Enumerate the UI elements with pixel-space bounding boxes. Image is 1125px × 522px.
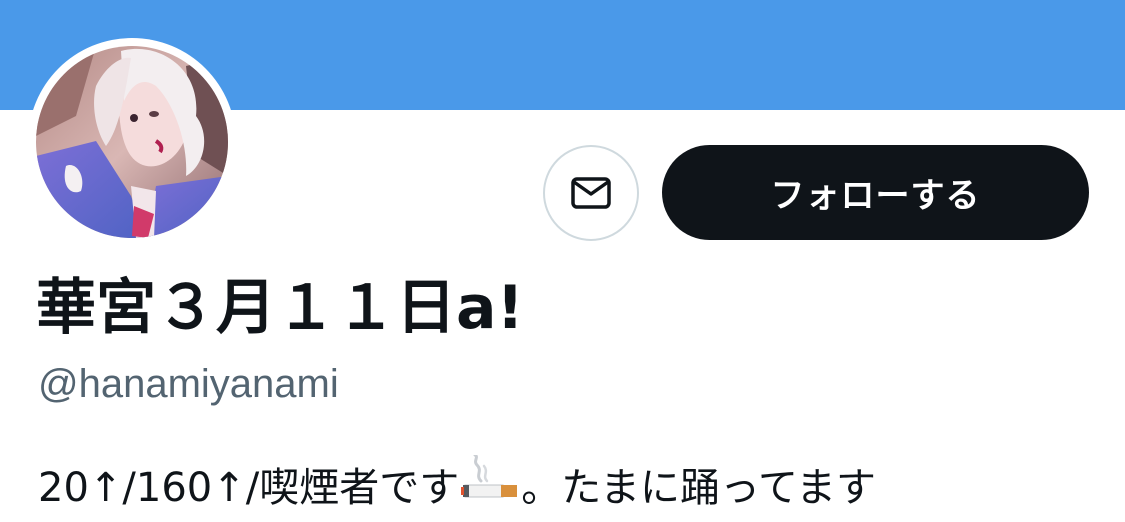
user-handle: @hanamiyanami: [38, 362, 339, 406]
cigarette-icon: [461, 455, 519, 501]
bio: 20↑/160↑/喫煙者です 。たまに踊ってます: [38, 455, 876, 515]
follow-button[interactable]: フォローする: [662, 145, 1089, 240]
message-button[interactable]: [543, 145, 639, 241]
bio-text-end: 。たまに踊ってます: [521, 465, 877, 511]
display-name: 華宮３月１１日a!: [36, 273, 524, 343]
envelope-icon: [567, 169, 615, 217]
profile-page: フォローする 華宮３月１１日a! @hanamiyanami 20↑/160↑/…: [0, 0, 1125, 522]
avatar-image: [36, 46, 228, 238]
bio-text-start: 20↑/160↑/喫煙者です: [38, 465, 460, 511]
follow-button-label: フォローする: [770, 176, 981, 216]
avatar[interactable]: [28, 38, 236, 246]
